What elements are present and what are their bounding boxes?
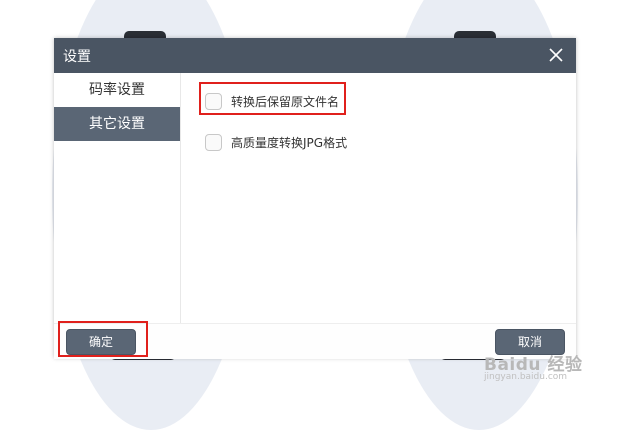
- close-icon[interactable]: [546, 45, 566, 65]
- highlight-box-confirm: [58, 321, 148, 357]
- sidebar-item-bitrate-settings[interactable]: 码率设置: [54, 73, 180, 107]
- dialog-titlebar: 设置: [54, 38, 576, 73]
- high-quality-jpg-checkbox[interactable]: [205, 133, 222, 151]
- baidu-watermark-url: jingyan.baidu.com: [484, 372, 568, 382]
- option-label: 高质量度转换JPG格式: [231, 135, 348, 150]
- dialog-title: 设置: [63, 49, 91, 65]
- option-high-quality-jpg[interactable]: 高质量度转换JPG格式: [205, 133, 347, 151]
- sidebar-item-other-settings[interactable]: 其它设置: [54, 107, 180, 141]
- settings-sidebar: 码率设置 其它设置: [54, 73, 181, 323]
- sidebar-item-label: 其它设置: [89, 116, 145, 132]
- sidebar-item-label: 码率设置: [89, 82, 145, 98]
- highlight-box-keep-filename: [199, 82, 346, 115]
